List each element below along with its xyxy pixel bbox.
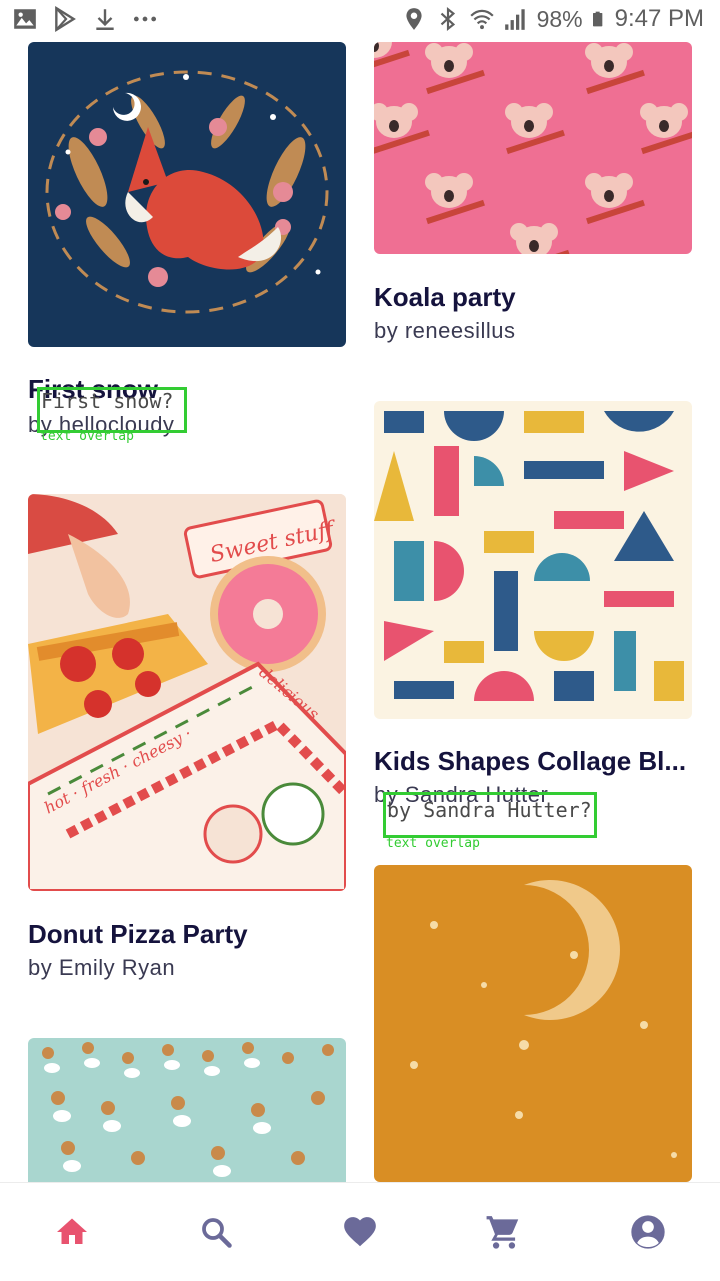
product-title[interactable]: Kids Shapes Collage Bl... — [374, 746, 692, 777]
cart-icon — [486, 1216, 519, 1249]
product-author[interactable]: by Emily Ryan — [28, 955, 175, 981]
product-title[interactable]: Koala party — [374, 282, 692, 313]
product-image-fox[interactable] — [28, 42, 346, 347]
battery-icon — [592, 11, 602, 27]
donut-pizza-illustration: Sweet stuff hot · fresh · cheesy · delic… — [28, 494, 346, 891]
battery-percent: 98% — [536, 5, 583, 32]
bluetooth-icon — [440, 6, 455, 32]
account-icon — [631, 1215, 665, 1249]
product-card-kids-shapes[interactable]: Kids Shapes Collage Bl... by Sandra Hutt… — [374, 401, 692, 821]
nav-home[interactable] — [42, 1202, 102, 1262]
moon-pattern — [374, 875, 677, 1182]
overlap-annotation-tag: text overlap — [40, 429, 134, 444]
play-store-icon — [55, 6, 76, 32]
status-bar: 98% 9:47 PM — [0, 0, 720, 42]
nav-cart[interactable] — [474, 1202, 534, 1262]
product-feed[interactable]: First snow by hellocloudy Koala party by… — [0, 42, 720, 1182]
product-title[interactable]: Donut Pizza Party — [28, 919, 346, 950]
wifi-icon — [469, 9, 494, 30]
shapes-collage — [374, 411, 684, 701]
nav-favorites[interactable] — [330, 1202, 390, 1262]
product-image-moons[interactable] — [374, 865, 692, 1182]
product-image-donut-pizza[interactable]: Sweet stuff hot · fresh · cheesy · delic… — [28, 494, 346, 891]
location-icon — [405, 8, 422, 30]
home-icon — [57, 1218, 87, 1244]
koala-pattern — [374, 42, 692, 254]
signal-icon — [504, 9, 525, 30]
cats-pattern — [42, 1042, 334, 1177]
download-icon — [96, 9, 114, 30]
product-author[interactable]: by reneesillus — [374, 318, 516, 344]
product-image-cats[interactable] — [28, 1038, 346, 1182]
clock: 9:47 PM — [614, 5, 704, 32]
product-card-first-snow[interactable]: First snow by hellocloudy — [28, 42, 346, 442]
product-card-koala-party[interactable]: Koala party by reneesillus — [374, 42, 692, 352]
product-card-moons[interactable] — [374, 865, 692, 1182]
more-icon — [133, 16, 157, 22]
product-image-shapes[interactable] — [374, 401, 692, 719]
bottom-navigation — [0, 1182, 720, 1281]
fox-illustration — [45, 70, 329, 314]
product-card-donut-pizza[interactable]: Sweet stuff hot · fresh · cheesy · delic… — [28, 494, 346, 984]
gallery-notification-icon — [14, 9, 36, 29]
overlap-annotation-guess: First snow? — [41, 389, 174, 413]
product-image-koala[interactable] — [374, 42, 692, 254]
overlap-annotation-tag: text overlap — [386, 836, 480, 851]
heart-icon — [344, 1217, 376, 1247]
search-icon — [202, 1218, 232, 1248]
nav-search[interactable] — [186, 1202, 246, 1262]
overlap-annotation-guess: by Sandra Hutter? — [387, 798, 592, 822]
nav-account[interactable] — [618, 1202, 678, 1262]
product-card-cats[interactable] — [28, 1038, 346, 1182]
